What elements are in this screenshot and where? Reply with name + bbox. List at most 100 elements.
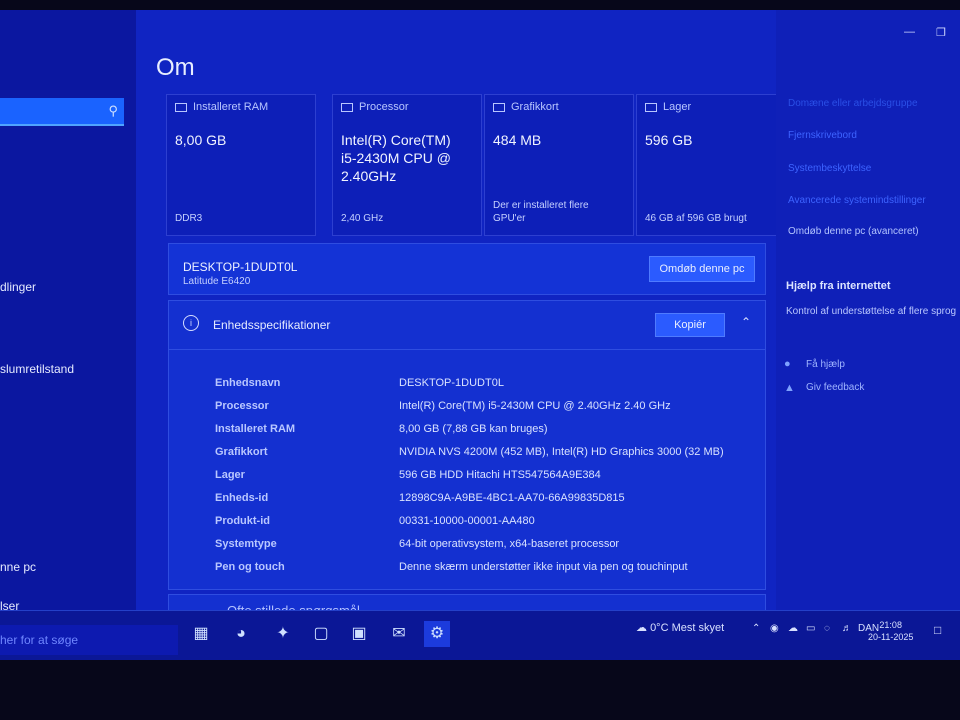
file-explorer-icon[interactable]: ▢ bbox=[308, 621, 334, 647]
copy-button[interactable]: Kopiér bbox=[655, 313, 725, 337]
minimize-icon[interactable]: — bbox=[904, 26, 915, 38]
card-footnote: 2,40 GHz bbox=[341, 213, 384, 224]
wifi-icon[interactable]: ◌ bbox=[824, 623, 830, 634]
spec-value: 596 GB HDD Hitachi HTS547564A9E384 bbox=[399, 469, 601, 481]
card-header: Processor bbox=[359, 101, 409, 113]
task-view-icon[interactable]: ▦ bbox=[188, 621, 214, 647]
search-icon[interactable]: ⚲ bbox=[108, 103, 118, 119]
spec-row: Produkt-id 00331-10000-00001-AA480 bbox=[215, 515, 755, 535]
link-domain-workgroup[interactable]: Domæne eller arbejdsgruppe bbox=[788, 98, 918, 109]
weather-widget[interactable]: ☁ 0°C Mest skyet bbox=[636, 621, 724, 634]
link-advanced-system-settings[interactable]: Avancerede systemindstillinger bbox=[788, 195, 926, 206]
about-page: Om Installeret RAM 8,00 GB DDR3 Processo… bbox=[136, 10, 786, 660]
divider bbox=[169, 349, 765, 350]
spec-row: Installeret RAM 8,00 GB (7,88 GB kan brug… bbox=[215, 423, 755, 443]
link-system-protection[interactable]: Systembeskyttelse bbox=[788, 163, 871, 174]
device-specifications-panel: i Enhedsspecifikationer Kopiér ⌃ Enhedsn… bbox=[168, 300, 766, 590]
storage-card: Lager 596 GB 46 GB af 596 GB brugt bbox=[636, 94, 786, 236]
notification-icon[interactable]: □ bbox=[934, 623, 941, 637]
settings-sidebar: ⚲ dlinger slumretilstand nne pc lser bbox=[0, 10, 136, 660]
rename-pc-button[interactable]: Omdøb denne pc bbox=[649, 256, 755, 282]
sidebar-item-slumretilstand[interactable]: slumretilstand bbox=[0, 362, 74, 376]
card-footnote: DDR3 bbox=[175, 213, 203, 224]
card-value: Intel(R) Core(TM) i5-2430M CPU @ 2.40GHz bbox=[341, 132, 451, 184]
card-footnote: 46 GB af 596 GB brugt bbox=[645, 213, 747, 224]
section-title: Enhedsspecifikationer bbox=[213, 318, 331, 332]
get-help-link[interactable]: Få hjælp bbox=[806, 359, 845, 370]
settings-search-input[interactable]: ⚲ bbox=[0, 98, 124, 126]
spec-row: Grafikkort NVIDIA NVS 4200M (452 MB), Int… bbox=[215, 446, 755, 466]
spec-value: 00331-10000-00001-AA480 bbox=[399, 515, 535, 527]
card-header: Installeret RAM bbox=[193, 101, 269, 113]
help-title: Hjælp fra internettet bbox=[786, 280, 891, 292]
spec-row: Processor Intel(R) Core(TM) i5-2430M CPU … bbox=[215, 400, 755, 420]
card-value: 596 GB bbox=[645, 132, 693, 148]
copilot-icon[interactable]: ✦ bbox=[270, 621, 296, 647]
graphics-icon bbox=[493, 102, 505, 112]
spec-value: DESKTOP-1DUDT0L bbox=[399, 377, 504, 389]
time: 21:08 bbox=[879, 620, 902, 630]
related-settings-pane: — ❐ Domæne eller arbejdsgruppe Fjernskri… bbox=[776, 10, 960, 660]
card-header: Grafikkort bbox=[511, 101, 559, 113]
spec-value: 12898C9A-A9BE-4BC1-AA70-66A99835D815 bbox=[399, 492, 625, 504]
processor-icon bbox=[341, 102, 353, 112]
spec-label: Grafikkort bbox=[215, 446, 268, 458]
spec-label: Installeret RAM bbox=[215, 423, 296, 435]
mail-icon[interactable]: ✉ bbox=[386, 621, 412, 647]
device-name: DESKTOP-1DUDT0L bbox=[183, 260, 298, 274]
edge-browser-icon[interactable]: ◕ bbox=[228, 621, 254, 647]
spec-row: Enhedsnavn DESKTOP-1DUDT0L bbox=[215, 377, 755, 397]
spec-value: 64-bit operativsystem, x64-baseret proce… bbox=[399, 538, 620, 550]
weather-text: 0°C Mest skyet bbox=[650, 622, 725, 634]
ram-card: Installeret RAM 8,00 GB DDR3 bbox=[166, 94, 316, 236]
clock[interactable]: 21:08 20-11-2025 bbox=[868, 619, 913, 643]
spec-value: Denne skærm understøtter ikke input via … bbox=[399, 561, 688, 573]
volume-icon[interactable]: ♬ bbox=[842, 623, 852, 634]
card-value: 8,00 GB bbox=[175, 132, 227, 148]
help-link-language[interactable]: Kontrol af understøttelse af flere sprog bbox=[786, 306, 956, 317]
page-title: Om bbox=[156, 54, 195, 81]
onedrive-icon[interactable]: ☁ bbox=[788, 623, 798, 634]
help-icon: ● bbox=[784, 358, 791, 370]
card-footnote: Der er installeret flere GPU'er bbox=[493, 200, 589, 224]
device-model: Latitude E6420 bbox=[183, 276, 251, 287]
chevron-up-icon[interactable]: ⌃ bbox=[752, 623, 760, 634]
network-icon[interactable]: ◉ bbox=[770, 623, 779, 634]
card-value: 484 MB bbox=[493, 132, 542, 148]
sidebar-item-pc[interactable]: nne pc bbox=[0, 560, 36, 574]
taskbar: her for at søge ▦ ◕ ✦ ▢ ▣ ✉ ⚙ ☁ 0°C Mest… bbox=[0, 610, 960, 660]
ram-icon bbox=[175, 102, 187, 112]
info-icon: i bbox=[183, 315, 199, 331]
spec-row: Lager 596 GB HDD Hitachi HTS547564A9E384 bbox=[215, 469, 755, 489]
storage-icon bbox=[645, 102, 657, 112]
taskbar-search-placeholder: her for at søge bbox=[0, 633, 79, 647]
spec-row: Enheds-id 12898C9A-A9BE-4BC1-AA70-66A9983… bbox=[215, 492, 755, 512]
spec-label: Pen og touch bbox=[215, 561, 285, 573]
sidebar-item-indstillinger[interactable]: dlinger bbox=[0, 280, 36, 294]
maximize-icon[interactable]: ❐ bbox=[936, 26, 946, 39]
chevron-up-icon[interactable]: ⌃ bbox=[741, 315, 751, 329]
feedback-icon: ▲ bbox=[784, 382, 795, 394]
spec-label: Processor bbox=[215, 400, 269, 412]
graphics-card: Grafikkort 484 MB Der er installeret fle… bbox=[484, 94, 634, 236]
spec-row: Pen og touch Denne skærm understøtter ikk… bbox=[215, 561, 755, 581]
link-remote-desktop[interactable]: Fjernskrivebord bbox=[788, 130, 857, 141]
settings-gear-icon[interactable]: ⚙ bbox=[424, 621, 450, 647]
date: 20-11-2025 bbox=[868, 632, 914, 642]
spec-label: Systemtype bbox=[215, 538, 277, 550]
spec-value: 8,00 GB (7,88 GB kan bruges) bbox=[399, 423, 548, 435]
taskbar-search-input[interactable]: her for at søge bbox=[0, 625, 178, 655]
processor-card: Processor Intel(R) Core(TM) i5-2430M CPU… bbox=[332, 94, 482, 236]
card-header: Lager bbox=[663, 101, 692, 113]
spec-label: Enheds-id bbox=[215, 492, 269, 504]
desktop-screen: ⚲ dlinger slumretilstand nne pc lser Om … bbox=[0, 10, 960, 660]
spec-value: Intel(R) Core(TM) i5-2430M CPU @ 2.40GHz… bbox=[399, 400, 671, 412]
give-feedback-link[interactable]: Giv feedback bbox=[806, 382, 864, 393]
spec-row: Systemtype 64-bit operativsystem, x64-bas… bbox=[215, 538, 755, 558]
link-rename-pc-advanced[interactable]: Omdøb denne pc (avanceret) bbox=[788, 226, 919, 237]
store-icon[interactable]: ▣ bbox=[346, 621, 372, 647]
spec-label: Lager bbox=[215, 469, 245, 481]
display-icon[interactable]: ▭ bbox=[806, 623, 815, 634]
spec-label: Enhedsnavn bbox=[215, 377, 281, 389]
cloud-icon: ☁ bbox=[636, 622, 647, 634]
